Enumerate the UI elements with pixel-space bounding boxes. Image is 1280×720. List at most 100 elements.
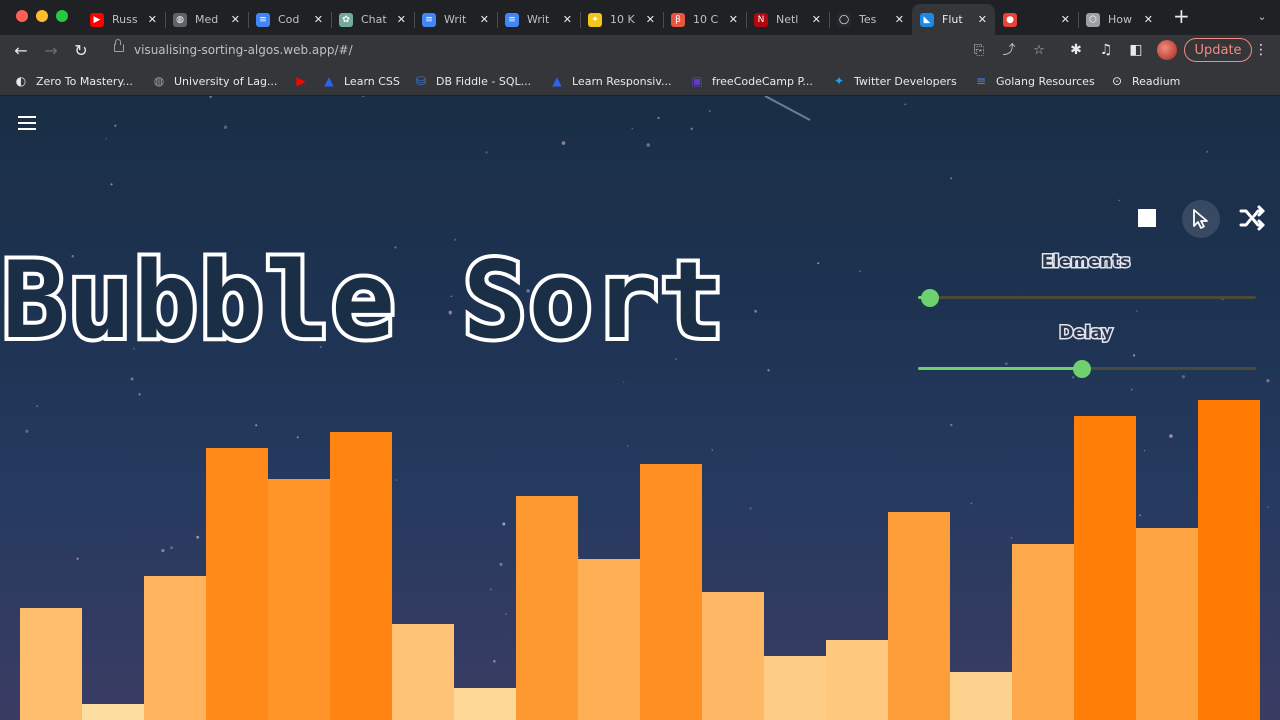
back-arrow-icon[interactable]: ← (10, 40, 32, 62)
tab-strip: ▶ Russ ✕ ◍ Med ✕ ≡ Cod ✕ ✿ Chat ✕ ≡ Writ ✕ ≡ Writ ✕ ✦ 10 K ✕… (0, 0, 1280, 35)
cursor-icon[interactable] (1182, 200, 1220, 238)
reload-icon[interactable]: ↻ (70, 40, 92, 62)
bookmark-item[interactable]: ▲ Learn Responsiv... (550, 73, 671, 89)
hashnode-icon: β (671, 12, 685, 27)
bookmarks-bar: ◐ Zero To Mastery... ◍ University of Lag...… (0, 67, 1280, 96)
youtube-icon: ▶ (90, 12, 104, 27)
bookmark-label: freeCodeCamp P... (712, 74, 813, 88)
sort-bar (330, 432, 392, 720)
close-tab-icon[interactable]: ✕ (812, 13, 821, 26)
install-app-icon[interactable]: ⎘ (970, 42, 988, 60)
bookmark-label: Golang Resources (996, 74, 1095, 88)
browser-tab[interactable]: ≡ Cod ✕ (248, 4, 331, 35)
netflix-icon: N (754, 12, 768, 27)
side-panel-icon[interactable]: ◧ (1126, 40, 1146, 60)
browser-tab[interactable]: N Netl ✕ (746, 4, 829, 35)
page-content: Bubble Sort Elements Delay (0, 96, 1280, 720)
close-tab-icon[interactable]: ✕ (1144, 13, 1153, 26)
delay-slider-thumb[interactable] (1073, 360, 1092, 378)
close-tab-icon[interactable]: ✕ (895, 13, 904, 26)
bookmark-item[interactable]: ▣ freeCodeCamp P... (690, 73, 813, 89)
bookmark-label: Readium (1132, 74, 1181, 88)
bookmark-label: Twitter Developers (854, 74, 957, 88)
github-icon: ◯ (837, 12, 851, 27)
browser-tab[interactable]: ● ✕ (995, 4, 1078, 35)
elements-slider-track (918, 296, 1256, 299)
menu-kebab-icon[interactable]: ⋮ (1254, 40, 1268, 60)
bookmark-item[interactable]: ⊙ Readium (1110, 73, 1180, 89)
close-tab-icon[interactable]: ✕ (231, 13, 240, 26)
fcc-icon: ▣ (691, 74, 703, 88)
browser-tab[interactable]: ◍ Med ✕ (165, 4, 248, 35)
close-tab-icon[interactable]: ✕ (978, 13, 987, 26)
browser-tab[interactable]: ✿ Chat ✕ (331, 4, 414, 35)
ztm-icon: ◐ (15, 74, 27, 88)
twitter-icon: ✦ (833, 74, 845, 88)
close-tab-icon[interactable]: ✕ (1061, 13, 1070, 26)
bookmark-item[interactable]: ◍ University of Lag... (152, 73, 278, 89)
tab-title: Chat (361, 13, 387, 26)
browser-tab[interactable]: ◯ Tes ✕ (829, 4, 912, 35)
globe-icon: ◍ (153, 74, 165, 88)
globe-icon: ◍ (173, 12, 187, 27)
sort-bar (144, 576, 206, 720)
close-tab-icon[interactable]: ✕ (397, 13, 406, 26)
elements-slider[interactable] (918, 288, 1256, 308)
sort-bar (1198, 400, 1260, 720)
css-icon: ▲ (324, 74, 334, 88)
browser-tab[interactable]: ≡ Writ ✕ (414, 4, 497, 35)
bookmark-item[interactable]: ⛁ DB Fiddle - SQL... (414, 73, 531, 89)
media-controls-icon[interactable]: ♫ (1096, 40, 1116, 60)
record-icon: ● (1003, 12, 1017, 27)
bookmark-item[interactable]: ▲ Learn CSS (322, 73, 400, 89)
close-tab-icon[interactable]: ✕ (314, 13, 323, 26)
tab-list: ▶ Russ ✕ ◍ Med ✕ ≡ Cod ✕ ✿ Chat ✕ ≡ Writ ✕ ≡ Writ ✕ ✦ 10 K ✕… (82, 4, 1161, 35)
elements-slider-thumb[interactable] (921, 289, 940, 307)
sort-bar (1012, 544, 1074, 720)
bookmark-star-icon[interactable]: ☆ (1030, 42, 1048, 60)
sort-bar (20, 608, 82, 720)
bar-chart (20, 400, 1260, 720)
star-icon: ✦ (588, 12, 602, 27)
stop-icon[interactable] (1131, 202, 1163, 234)
bookmark-item[interactable]: ≡ Golang Resources (974, 73, 1095, 89)
browser-tab[interactable]: ✦ 10 K ✕ (580, 4, 663, 35)
tab-title: Russ (112, 13, 138, 26)
close-tab-icon[interactable]: ✕ (480, 13, 489, 26)
shuffle-icon[interactable] (1236, 202, 1268, 234)
bookmark-label: DB Fiddle - SQL... (436, 74, 532, 88)
bookmark-item[interactable]: ▶ (294, 73, 316, 89)
minimize-window-button[interactable] (36, 10, 48, 22)
close-window-button[interactable] (16, 10, 28, 22)
browser-tab[interactable]: ◣ Flut ✕ (912, 4, 995, 35)
delay-slider[interactable] (918, 359, 1256, 379)
profile-avatar[interactable] (1157, 40, 1177, 60)
bookmark-item[interactable]: ◐ Zero To Mastery... (14, 73, 133, 89)
tab-title: How (1108, 13, 1132, 26)
browser-tab[interactable]: ⬡ How ✕ (1078, 4, 1161, 35)
delay-slider-label: Delay (1058, 322, 1115, 345)
share-icon[interactable]: ⤴ (1000, 42, 1018, 60)
update-button[interactable]: Update (1184, 38, 1252, 62)
browser-tab[interactable]: ≡ Writ ✕ (497, 4, 580, 35)
close-tab-icon[interactable]: ✕ (148, 13, 157, 26)
close-tab-icon[interactable]: ✕ (646, 13, 655, 26)
lock-icon (114, 39, 124, 52)
docs-icon: ≡ (505, 12, 519, 27)
bookmark-item[interactable]: ✦ Twitter Developers (832, 73, 957, 89)
sort-bar (206, 448, 268, 720)
browser-tab[interactable]: ▶ Russ ✕ (82, 4, 165, 35)
sort-bar (826, 640, 888, 720)
zoom-window-button[interactable] (56, 10, 68, 22)
close-tab-icon[interactable]: ✕ (563, 13, 572, 26)
browser-tab[interactable]: β 10 C ✕ (663, 4, 746, 35)
address-bar[interactable]: visualising-sorting-algos.web.app/#/ ⎘ ⤴… (104, 38, 1060, 64)
tab-search-icon[interactable]: ⌄ (1252, 7, 1272, 27)
sort-bar (950, 672, 1012, 720)
new-tab-button[interactable]: + (1173, 6, 1190, 26)
close-tab-icon[interactable]: ✕ (729, 13, 738, 26)
extensions-icon[interactable]: ✱ (1066, 40, 1086, 60)
forward-arrow-icon[interactable]: → (40, 40, 62, 62)
browser-toolbar: ← → ↻ visualising-sorting-algos.web.app/… (0, 35, 1280, 67)
tab-title: Writ (444, 13, 467, 26)
